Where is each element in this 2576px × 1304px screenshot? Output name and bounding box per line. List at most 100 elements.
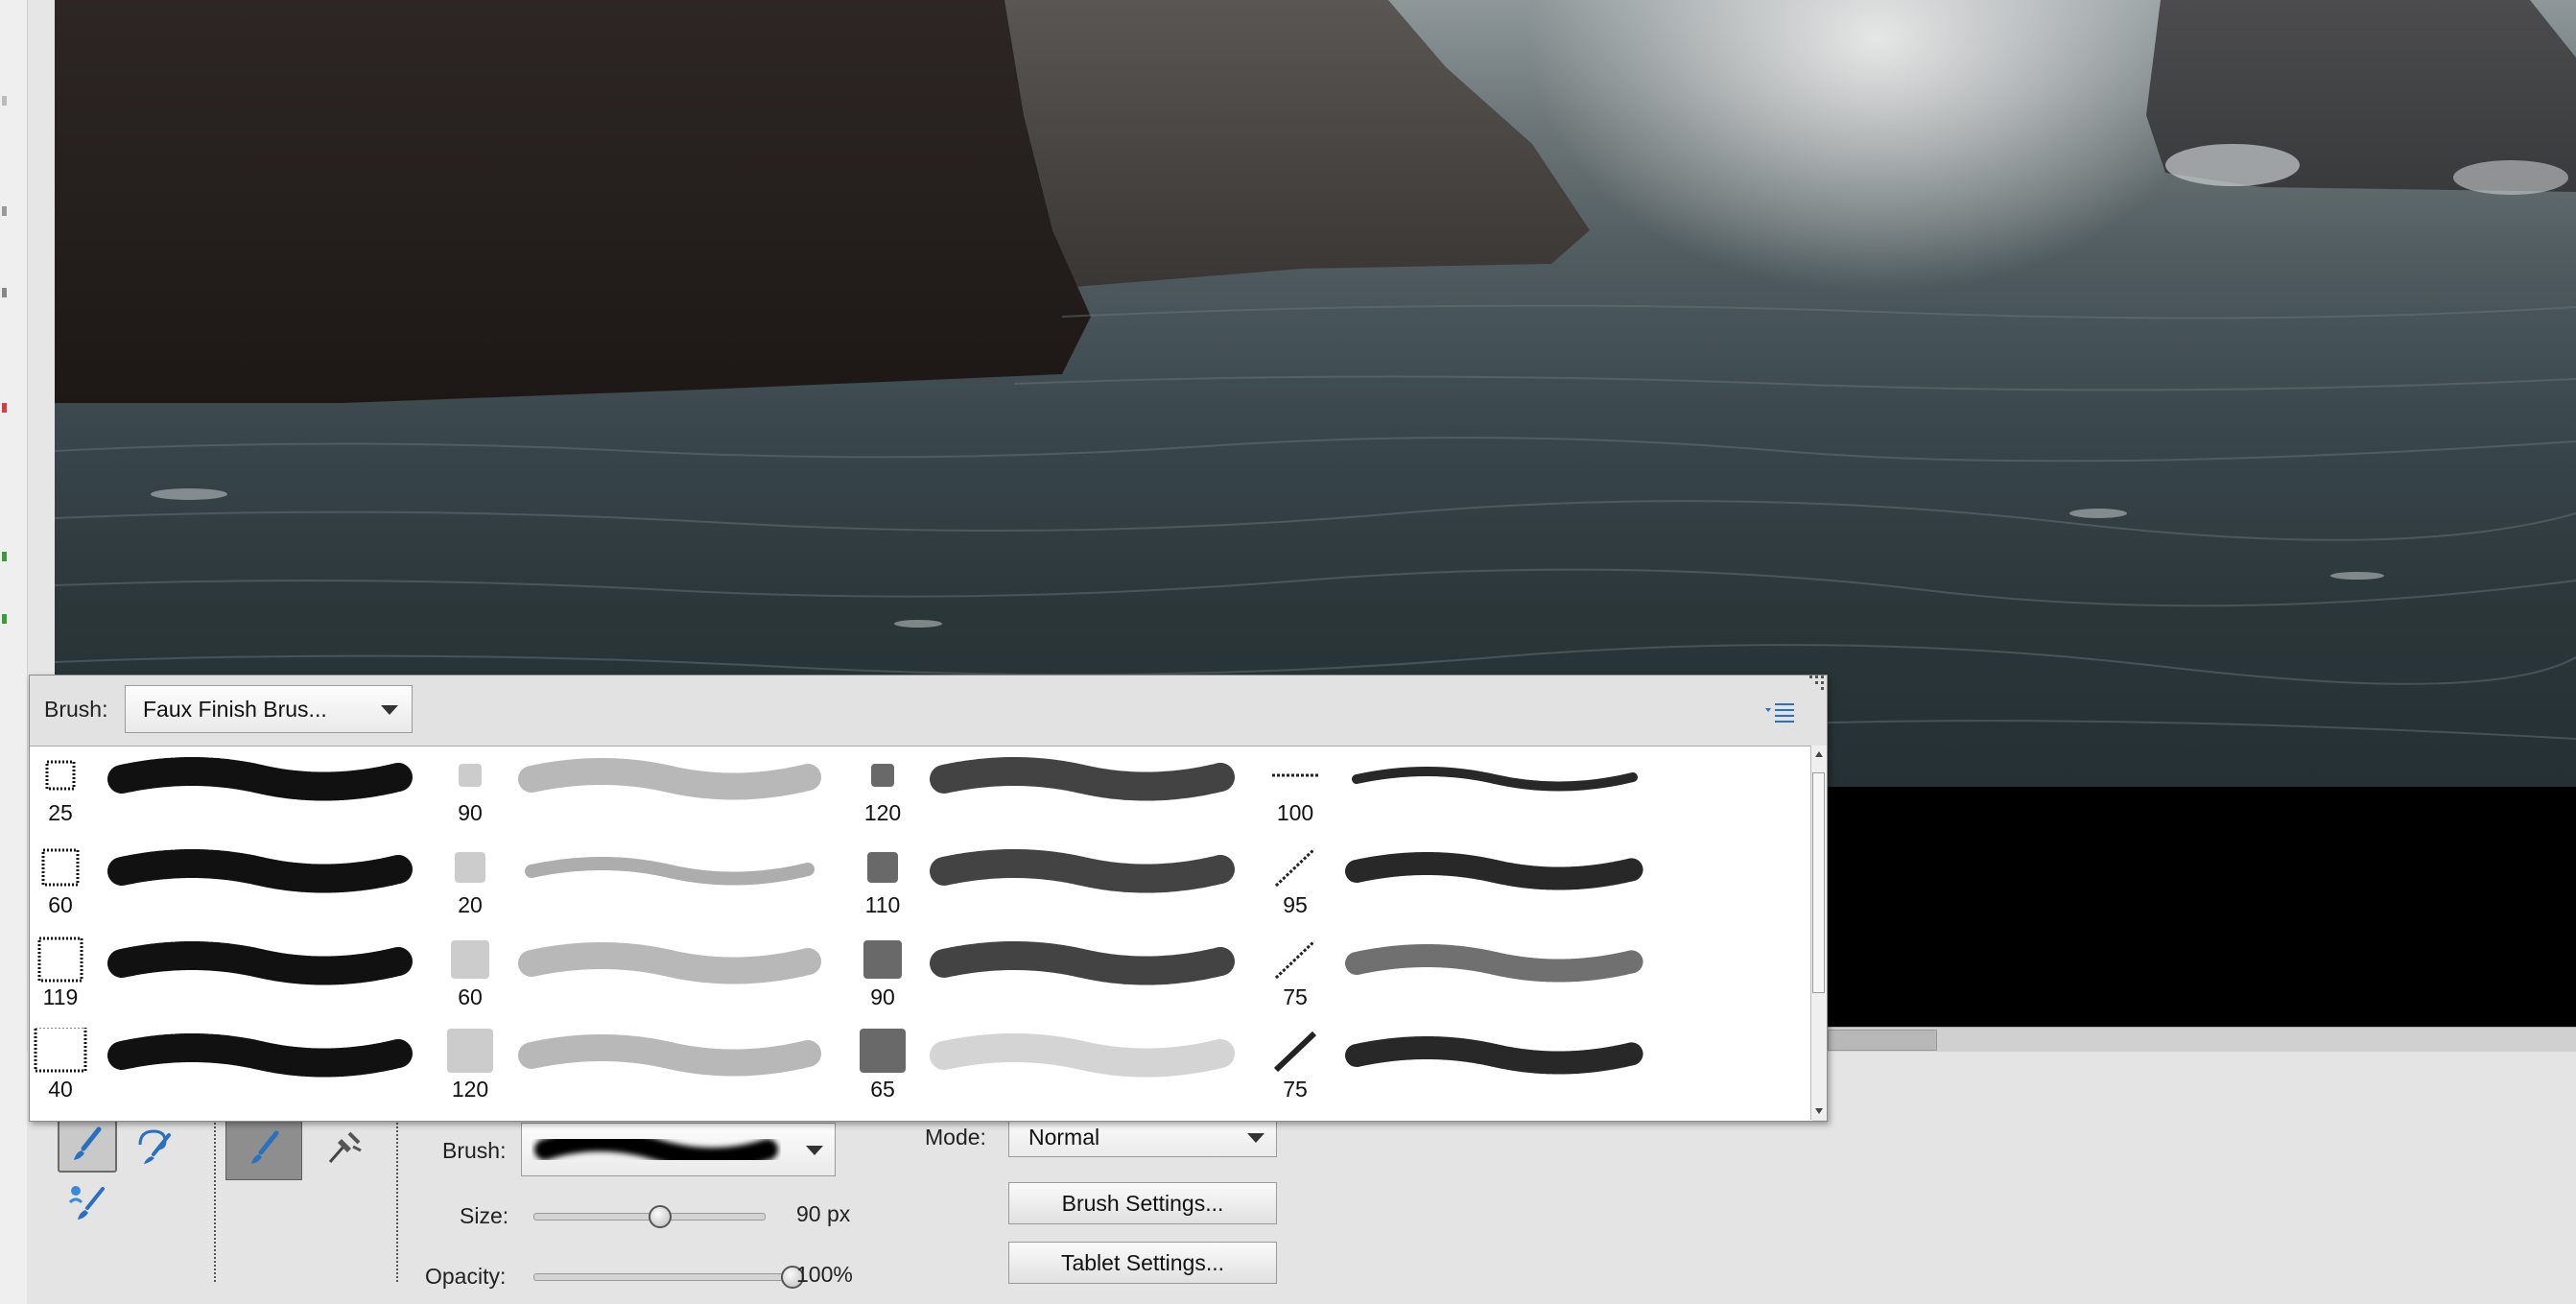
brush-tool-icon <box>74 1126 102 1160</box>
brush-size-label: 110 <box>864 892 901 917</box>
brush-stroke-preview <box>107 1033 413 1078</box>
brush-grid-scrollbar[interactable] <box>1810 746 1827 1120</box>
separator <box>396 1119 398 1282</box>
brush-tip-thumbnail <box>1266 842 1324 892</box>
brush-stroke-preview <box>930 757 1235 801</box>
brush-size-label: 119 <box>42 984 79 1009</box>
brush-tip-thumbnail <box>854 842 911 892</box>
chevron-down-icon <box>806 1146 823 1155</box>
brush-stroke-preview <box>107 849 413 893</box>
brush-tip-thumbnail <box>441 1027 499 1077</box>
tablet-settings-button[interactable]: Tablet Settings... <box>1008 1242 1277 1284</box>
opacity-value: 100% <box>796 1262 853 1287</box>
brush-preset[interactable]: 95 <box>1264 839 1677 931</box>
left-toolbar-strip <box>0 0 28 1304</box>
resize-grip-icon[interactable] <box>1809 676 1825 691</box>
brush-grid-scroll-thumb[interactable] <box>1812 772 1825 993</box>
opacity-slider[interactable] <box>533 1273 794 1281</box>
strip-mark <box>2 614 7 624</box>
brush-stroke-preview <box>930 849 1235 893</box>
brush-picker-header: Brush: Faux Finish Brus... <box>30 676 1827 743</box>
airbrush-button[interactable] <box>315 1119 374 1174</box>
brush-tip-thumbnail <box>1266 750 1324 800</box>
brush-preset[interactable]: 90 <box>852 931 1264 1023</box>
scroll-down-icon[interactable] <box>1812 1104 1826 1118</box>
impressionist-brush-button[interactable] <box>125 1117 184 1173</box>
brush-preset[interactable]: 40 <box>30 1023 442 1115</box>
canvas-scrollbar-thumb[interactable] <box>1828 1030 1937 1051</box>
chevron-down-icon <box>381 705 398 715</box>
brush-tool-button[interactable] <box>58 1117 117 1173</box>
brush-tip-thumbnail <box>854 1027 911 1077</box>
brush-preview-dropdown[interactable] <box>521 1123 836 1176</box>
brush-stroke-preview <box>1352 767 1638 792</box>
brush-size-label: 90 <box>458 800 483 825</box>
panel-menu-icon[interactable] <box>1763 700 1796 723</box>
brush-stroke-preview <box>518 758 821 800</box>
brush-size-label: 40 <box>48 1077 73 1102</box>
brush-size-label: 60 <box>458 984 483 1009</box>
size-label: Size: <box>460 1203 509 1228</box>
brush-preset[interactable]: 120 <box>439 1023 852 1115</box>
brush-preset[interactable]: 110 <box>852 839 1264 931</box>
brush-preset[interactable]: 60 <box>439 931 852 1023</box>
brush-size-label: 120 <box>451 1077 489 1102</box>
brush-size-label: 65 <box>870 1077 895 1102</box>
brush-set-value: Faux Finish Brus... <box>143 696 327 722</box>
brush-tip-thumbnail <box>32 935 89 984</box>
brush-preset[interactable]: 60 <box>30 839 442 931</box>
brush-set-dropdown[interactable]: Faux Finish Brus... <box>125 685 413 733</box>
opacity-label: Opacity: <box>425 1264 507 1289</box>
brush-stroke-preview <box>930 941 1235 985</box>
scroll-up-icon[interactable] <box>1812 747 1826 761</box>
strip-mark <box>2 403 7 413</box>
strip-mark <box>2 552 7 561</box>
brush-preset[interactable]: 20 <box>439 839 852 931</box>
brush-mode-button[interactable] <box>225 1117 302 1180</box>
brush-settings-button[interactable]: Brush Settings... <box>1008 1182 1277 1224</box>
brush-preset[interactable]: 25 <box>30 747 442 839</box>
brush-tip-thumbnail <box>32 842 89 892</box>
color-replacement-brush-button[interactable] <box>58 1174 117 1230</box>
canvas-scrollbar[interactable] <box>1828 1027 2576 1053</box>
brush-preset[interactable]: 120 <box>852 747 1264 839</box>
brush-size-label: 100 <box>1276 800 1314 825</box>
canvas-background <box>1828 787 2576 1027</box>
brush-preset[interactable]: 90 <box>439 747 852 839</box>
brush-stroke-preview <box>518 942 821 984</box>
brush-tip-thumbnail <box>441 842 499 892</box>
brush-size-label: 90 <box>870 984 895 1009</box>
color-replacement-brush-icon <box>68 1186 105 1220</box>
brush-picker-popup: Brush: Faux Finish Brus... 25 60 119 40 90 20… <box>29 675 1828 1122</box>
size-slider-knob[interactable] <box>649 1205 672 1228</box>
brush-mode-icon <box>251 1130 279 1164</box>
brush-size-label: 75 <box>1283 984 1308 1009</box>
brush-preset[interactable]: 100 <box>1264 747 1677 839</box>
brush-preset[interactable]: 75 <box>1264 931 1677 1023</box>
brush-size-label: 20 <box>458 892 483 917</box>
brush-size-label: 75 <box>1283 1077 1308 1102</box>
canvas-image[interactable] <box>55 0 2576 787</box>
strip-mark <box>2 206 7 216</box>
mode-dropdown[interactable]: Normal <box>1008 1117 1277 1157</box>
brush-size-label: 120 <box>863 800 902 825</box>
brush-tip-thumbnail <box>1266 935 1324 984</box>
brush-tip-thumbnail <box>441 935 499 984</box>
brush-tip-thumbnail <box>32 750 89 800</box>
brush-tip-thumbnail <box>854 935 911 984</box>
brush-stroke-preview <box>930 1033 1235 1078</box>
brush-stroke-preview <box>1345 852 1644 890</box>
chevron-down-icon <box>1247 1133 1264 1143</box>
brush-stroke-preview <box>107 941 413 985</box>
brush-preset[interactable]: 65 <box>852 1023 1264 1115</box>
brush-size-label: 95 <box>1283 892 1308 917</box>
brush-tip-thumbnail <box>441 750 499 800</box>
brush-preview-stroke <box>534 1130 778 1169</box>
mode-label: Mode: <box>925 1125 986 1150</box>
brush-preset[interactable]: 119 <box>30 931 442 1023</box>
brush-preset[interactable]: 75 <box>1264 1023 1677 1115</box>
brush-stroke-preview <box>1345 1036 1644 1075</box>
brush-tip-thumbnail <box>32 1027 89 1077</box>
brush-tip-thumbnail <box>1266 1027 1324 1077</box>
strip-mark <box>2 96 7 106</box>
